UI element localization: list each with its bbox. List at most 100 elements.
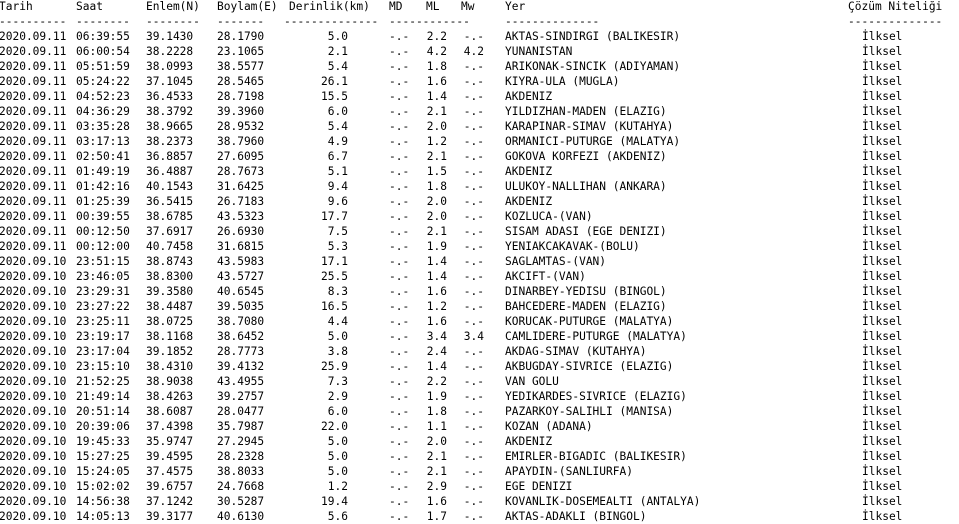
table-row: 2020.09.11 05:51:59 38.0993 38.5577 5.4 -.- 1.…	[0, 59, 902, 74]
row-yer: KOVANLIK-DOSEMEALTI (ANTALYA)	[505, 495, 701, 508]
table-row: 2020.09.10 19:45:33 35.9747 27.2945 5.0 -.- 2.…	[0, 434, 902, 449]
row-enlem: 38.6785	[146, 210, 194, 223]
header-cozum: Çözüm Niteliği	[848, 0, 943, 13]
row-cozum: İlksel	[862, 150, 903, 163]
row-boylam: 24.7668	[217, 480, 265, 493]
row-saat: 15:24:05	[76, 465, 130, 478]
row-md: -.-	[389, 405, 410, 418]
row-yer: VAN GOLU	[505, 375, 559, 388]
row-ml: 1.4	[426, 90, 447, 103]
row-enlem: 40.7458	[146, 240, 194, 253]
row-mw: -.-	[463, 120, 484, 133]
row-cozum: İlksel	[862, 75, 903, 88]
row-tarih: 2020.09.10	[0, 450, 67, 463]
table-row: 2020.09.10 23:46:05 38.8300 43.5727 25.5 -.- 1…	[0, 269, 902, 284]
row-yer: AKDAG-SIMAV (KUTAHYA)	[505, 345, 647, 358]
header-mw: Mw	[461, 0, 475, 13]
row-cozum: İlksel	[862, 480, 903, 493]
row-saat: 23:17:04	[76, 345, 130, 358]
row-derinlik: 5.3	[327, 240, 348, 253]
row-cozum: İlksel	[862, 420, 903, 433]
row-md: -.-	[389, 225, 410, 238]
row-cozum: İlksel	[862, 270, 903, 283]
row-cozum: İlksel	[862, 120, 903, 133]
row-boylam: 43.4955	[217, 375, 265, 388]
row-boylam: 28.7673	[217, 165, 265, 178]
row-yer: DINARBEY-YEDISU (BINGOL)	[505, 285, 667, 298]
row-ml: 1.8	[426, 180, 447, 193]
row-yer: EMIRLER-BIGADIC (BALIKESIR)	[505, 450, 687, 463]
row-ml: 2.0	[426, 210, 447, 223]
row-saat: 01:42:16	[76, 180, 130, 193]
row-saat: 23:29:31	[76, 285, 130, 298]
row-md: -.-	[389, 330, 410, 343]
row-md: -.-	[389, 345, 410, 358]
row-tarih: 2020.09.10	[0, 435, 67, 448]
row-ml: 2.1	[426, 465, 447, 478]
row-ml: 2.4	[426, 345, 447, 358]
header-separator-row: ---------- -------- -------- ------- ---…	[0, 14, 942, 29]
row-tarih: 2020.09.11	[0, 240, 67, 253]
row-ml: 4.2	[426, 45, 447, 58]
row-derinlik: 19.4	[321, 495, 348, 508]
row-yer: KOZAN (ADANA)	[505, 420, 593, 433]
row-boylam: 28.1790	[217, 30, 265, 43]
row-tarih: 2020.09.10	[0, 255, 67, 268]
row-tarih: 2020.09.10	[0, 405, 67, 418]
row-boylam: 28.7773	[217, 345, 265, 358]
row-md: -.-	[389, 300, 410, 313]
table-row: 2020.09.11 06:39:55 39.1430 28.1790 5.0 -.- 2.…	[0, 29, 902, 44]
row-md: -.-	[389, 480, 410, 493]
row-mw: -.-	[463, 360, 484, 373]
header-ml: ML	[426, 0, 440, 13]
row-md: -.-	[389, 240, 410, 253]
row-saat: 20:39:06	[76, 420, 130, 433]
row-yer: YUNANISTAN	[505, 45, 573, 58]
table-row: 2020.09.10 23:17:04 39.1852 28.7773 3.8 -.- 2.…	[0, 344, 902, 359]
table-row: 2020.09.11 01:42:16 40.1543 31.6425 9.4 -.- 1.…	[0, 179, 902, 194]
row-derinlik: 17.1	[321, 255, 348, 268]
row-derinlik: 9.4	[327, 180, 348, 193]
column-header-row: Tarih Saat Enlem(N) Boylam(E) Derinlik(k…	[0, 0, 942, 14]
row-derinlik: 26.1	[321, 75, 348, 88]
row-md: -.-	[389, 375, 410, 388]
row-saat: 02:50:41	[76, 150, 130, 163]
row-enlem: 37.6917	[146, 225, 194, 238]
row-boylam: 26.7183	[217, 195, 265, 208]
row-tarih: 2020.09.11	[0, 225, 67, 238]
row-derinlik: 5.6	[327, 510, 348, 523]
row-ml: 2.2	[426, 375, 447, 388]
row-enlem: 37.1045	[146, 75, 194, 88]
row-md: -.-	[389, 495, 410, 508]
row-saat: 00:12:50	[76, 225, 130, 238]
row-cozum: İlksel	[862, 225, 903, 238]
header-yer: Yer	[505, 0, 526, 13]
row-enlem: 40.1543	[146, 180, 194, 193]
row-yer: AKDENIZ	[505, 195, 553, 208]
row-enlem: 36.4533	[146, 90, 194, 103]
row-saat: 15:02:02	[76, 480, 130, 493]
row-yer: AKTAS-ADAKLI (BINGOL)	[505, 510, 647, 523]
row-enlem: 39.3177	[146, 510, 194, 523]
row-ml: 1.6	[426, 495, 447, 508]
row-ml: 2.1	[426, 450, 447, 463]
row-enlem: 38.8300	[146, 270, 194, 283]
row-ml: 1.4	[426, 360, 447, 373]
row-mw: -.-	[463, 285, 484, 298]
separator-tarih: ----------	[0, 15, 67, 28]
row-ml: 1.5	[426, 165, 447, 178]
row-mw: -.-	[463, 30, 484, 43]
separator-saat: --------	[76, 15, 130, 28]
row-cozum: İlksel	[862, 285, 903, 298]
row-boylam: 31.6425	[217, 180, 265, 193]
row-saat: 20:51:14	[76, 405, 130, 418]
row-cozum: İlksel	[862, 45, 903, 58]
row-yer: AKBUGDAY-SIVRICE (ELAZIG)	[505, 360, 674, 373]
row-derinlik: 5.0	[327, 435, 348, 448]
table-row: 2020.09.11 02:50:41 36.8857 27.6095 6.7 -.- 2.…	[0, 149, 902, 164]
row-derinlik: 5.0	[327, 465, 348, 478]
row-saat: 05:24:22	[76, 75, 130, 88]
row-derinlik: 15.5	[321, 90, 348, 103]
row-cozum: İlksel	[862, 405, 903, 418]
row-cozum: İlksel	[862, 330, 903, 343]
